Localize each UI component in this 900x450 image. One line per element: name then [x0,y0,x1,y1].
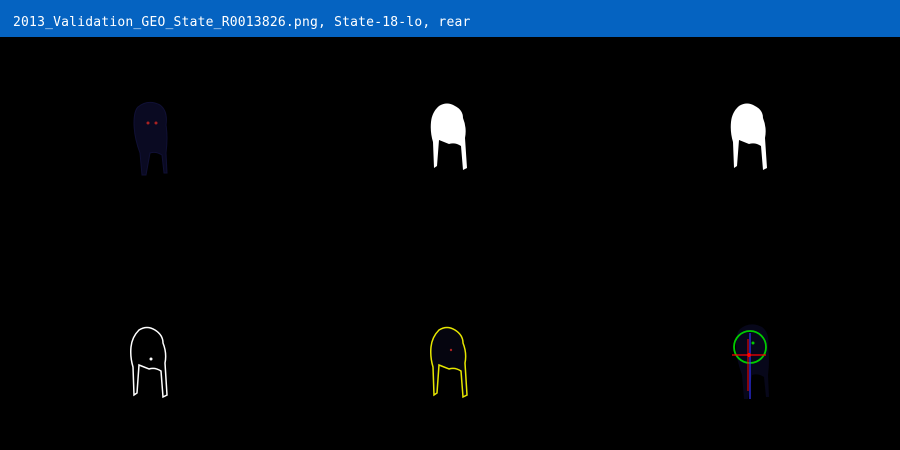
contour-panel [125,325,175,405]
cleaned-mask-shape [730,103,767,170]
top-marker [751,341,755,345]
binary-mask-panel [425,102,475,177]
circle-fit-panel [722,319,782,409]
original-image-panel [120,97,180,187]
binary-mask-shape [430,103,467,170]
original-animal-image [133,101,168,176]
center-marker [747,353,751,357]
contour-overlay-panel [425,325,475,405]
circle-fit-overlay [732,324,769,399]
cleaned-mask-panel [725,102,775,177]
contour-overlay [430,326,468,399]
title-bar: 2013_Validation_GEO_State_R0013826.png, … [0,0,900,37]
image-grid [0,37,900,450]
contour-outline [130,326,168,399]
window-title: 2013_Validation_GEO_State_R0013826.png, … [13,15,471,30]
